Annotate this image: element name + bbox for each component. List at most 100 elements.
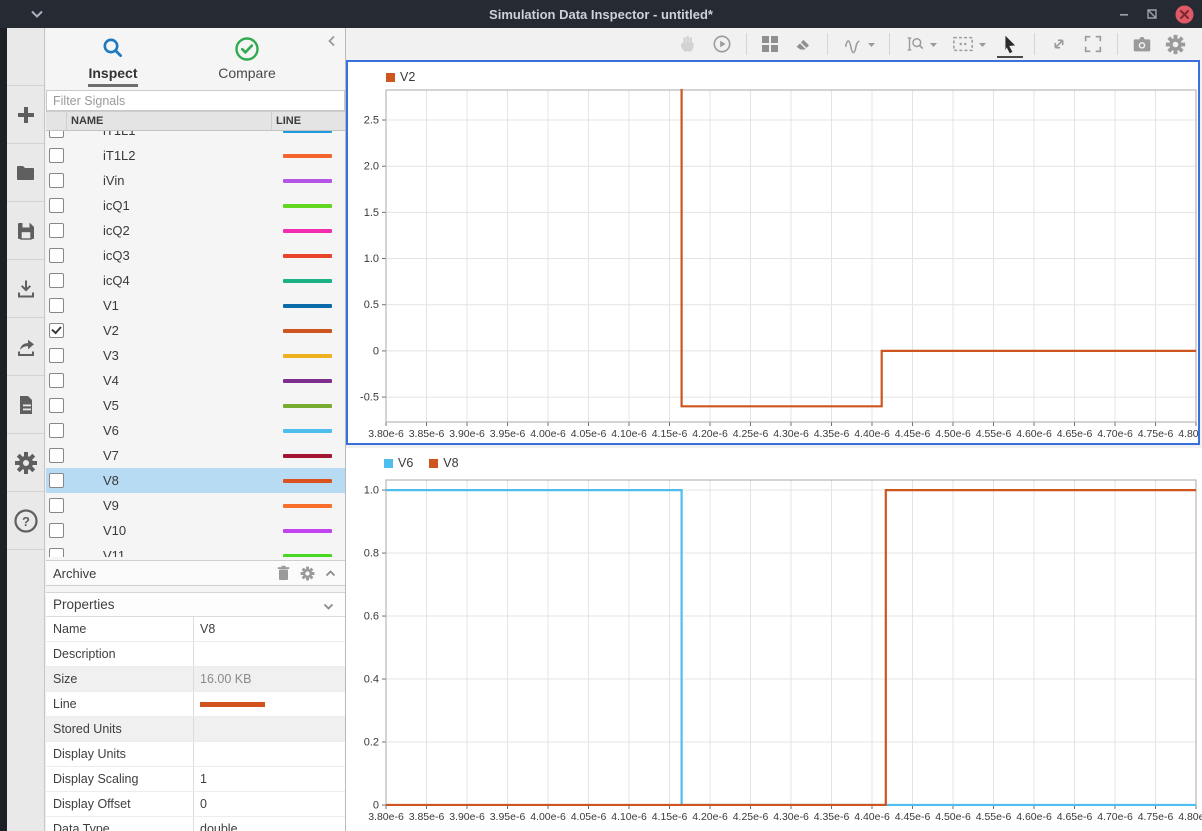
chevron-down-icon[interactable]: [929, 40, 938, 49]
signal-row-icQ4[interactable]: icQ4: [46, 268, 345, 293]
signal-checkbox-icQ1[interactable]: [49, 198, 64, 213]
export-button[interactable]: [7, 317, 44, 375]
svg-text:0.4: 0.4: [364, 674, 379, 686]
pan-button[interactable]: [671, 30, 705, 58]
signal-row-V3[interactable]: V3: [46, 343, 345, 368]
svg-text:4.25e-6: 4.25e-6: [733, 811, 769, 823]
svg-text:-0.5: -0.5: [360, 392, 379, 404]
subplot-2-canvas[interactable]: 3.80e-63.85e-63.90e-63.95e-64.00e-64.05e…: [346, 448, 1202, 831]
gear-icon[interactable]: [300, 566, 315, 581]
signal-row-iT1L2[interactable]: iT1L2: [46, 143, 345, 168]
properties-section-header[interactable]: Properties: [46, 592, 345, 617]
property-value[interactable]: 1: [193, 767, 345, 791]
subplot-layout-button[interactable]: [754, 30, 786, 58]
signal-checkbox-V11[interactable]: [49, 548, 64, 557]
property-value[interactable]: [193, 692, 345, 716]
add-button[interactable]: [7, 85, 44, 143]
signal-row-V11[interactable]: V11: [46, 543, 345, 557]
signal-checkbox-iVin[interactable]: [49, 173, 64, 188]
signal-checkbox-V4[interactable]: [49, 373, 64, 388]
signal-checkbox-icQ4[interactable]: [49, 273, 64, 288]
chevron-down-icon[interactable]: [867, 40, 876, 49]
signal-checkbox-V5[interactable]: [49, 398, 64, 413]
fullscreen-button[interactable]: [1076, 30, 1110, 58]
signal-checkbox-icQ3[interactable]: [49, 248, 64, 263]
filter-signals-input[interactable]: [46, 90, 345, 111]
signal-checkbox-iT1L1[interactable]: [49, 131, 64, 138]
minimize-button[interactable]: [1114, 4, 1134, 24]
collapse-sidebar-icon[interactable]: [325, 34, 339, 48]
signal-row-icQ1[interactable]: icQ1: [46, 193, 345, 218]
signal-checkbox-iT1L2[interactable]: [49, 148, 64, 163]
line-column-header[interactable]: LINE: [272, 115, 345, 127]
property-value[interactable]: [193, 642, 345, 666]
property-label: Display Scaling: [46, 767, 193, 791]
zoom-button[interactable]: [897, 30, 944, 58]
subplot-1-canvas[interactable]: 3.80e-63.85e-63.90e-63.95e-64.00e-64.05e…: [348, 62, 1198, 443]
preferences-button[interactable]: [7, 433, 44, 491]
report-button[interactable]: [7, 375, 44, 433]
restore-button[interactable]: [1142, 4, 1162, 24]
signal-checkbox-V6[interactable]: [49, 423, 64, 438]
pointer-button[interactable]: [993, 30, 1027, 58]
archive-section-header[interactable]: Archive: [46, 560, 345, 586]
property-value[interactable]: V8: [193, 617, 345, 641]
signal-checkbox-V7[interactable]: [49, 448, 64, 463]
signal-checkbox-V2[interactable]: [49, 323, 64, 338]
signal-row-V7[interactable]: V7: [46, 443, 345, 468]
toolbar-separator: [746, 33, 747, 55]
help-button[interactable]: ?: [7, 491, 44, 550]
svg-text:4.05e-6: 4.05e-6: [571, 428, 607, 440]
signal-checkbox-V1[interactable]: [49, 298, 64, 313]
signal-checkbox-V8[interactable]: [49, 473, 64, 488]
settings-button[interactable]: [1159, 30, 1192, 58]
chevron-down-icon[interactable]: [978, 40, 987, 49]
property-value[interactable]: [193, 742, 345, 766]
name-column-header[interactable]: NAME: [67, 112, 272, 130]
signal-checkbox-icQ2[interactable]: [49, 223, 64, 238]
svg-text:4.10e-6: 4.10e-6: [611, 811, 647, 823]
property-value[interactable]: double: [193, 817, 345, 831]
fit-to-view-button[interactable]: [1042, 30, 1076, 58]
close-button[interactable]: [1174, 4, 1194, 24]
tab-inspect[interactable]: Inspect: [46, 28, 180, 90]
signal-checkbox-V9[interactable]: [49, 498, 64, 513]
eraser-button[interactable]: [786, 30, 820, 58]
subplot-1-selected[interactable]: V2 3.80e-63.85e-63.90e-63.95e-64.00e-64.…: [346, 60, 1200, 445]
tab-compare[interactable]: Compare: [180, 28, 314, 90]
signal-row-icQ2[interactable]: icQ2: [46, 218, 345, 243]
property-value[interactable]: [193, 717, 345, 741]
property-row-line: Line: [46, 692, 345, 717]
signal-name: iT1L1: [67, 131, 272, 138]
signal-row-V5[interactable]: V5: [46, 393, 345, 418]
chevron-down-icon[interactable]: [322, 600, 335, 613]
subplot-2[interactable]: V6V8 3.80e-63.85e-63.90e-63.95e-64.00e-6…: [346, 448, 1202, 831]
signal-checkbox-V3[interactable]: [49, 348, 64, 363]
signal-options-button[interactable]: [835, 30, 882, 58]
signal-row-V2[interactable]: V2: [46, 318, 345, 343]
svg-text:4.10e-6: 4.10e-6: [611, 428, 647, 440]
signal-row-V1[interactable]: V1: [46, 293, 345, 318]
signal-row-icQ3[interactable]: icQ3: [46, 243, 345, 268]
data-cursor-button[interactable]: [944, 30, 993, 58]
signal-row-V4[interactable]: V4: [46, 368, 345, 393]
signal-row-iVin[interactable]: iVin: [46, 168, 345, 193]
svg-text:4.60e-6: 4.60e-6: [1016, 428, 1052, 440]
property-value[interactable]: 0: [193, 792, 345, 816]
signal-row-iT1L1[interactable]: iT1L1: [46, 131, 345, 143]
signal-row-V10[interactable]: V10: [46, 518, 345, 543]
replay-button[interactable]: [705, 30, 739, 58]
snapshot-button[interactable]: [1125, 30, 1159, 58]
import-button[interactable]: [7, 259, 44, 317]
property-value[interactable]: 16.00 KB: [193, 667, 345, 691]
chevron-up-icon[interactable]: [324, 567, 337, 580]
save-button[interactable]: [7, 201, 44, 259]
trash-icon[interactable]: [276, 565, 291, 581]
signal-checkbox-V10[interactable]: [49, 523, 64, 538]
checkbox-column-header: [46, 112, 67, 130]
svg-text:3.95e-6: 3.95e-6: [490, 428, 526, 440]
signal-row-V6[interactable]: V6: [46, 418, 345, 443]
open-button[interactable]: [7, 143, 44, 201]
signal-row-V9[interactable]: V9: [46, 493, 345, 518]
signal-row-V8[interactable]: V8: [46, 468, 345, 493]
